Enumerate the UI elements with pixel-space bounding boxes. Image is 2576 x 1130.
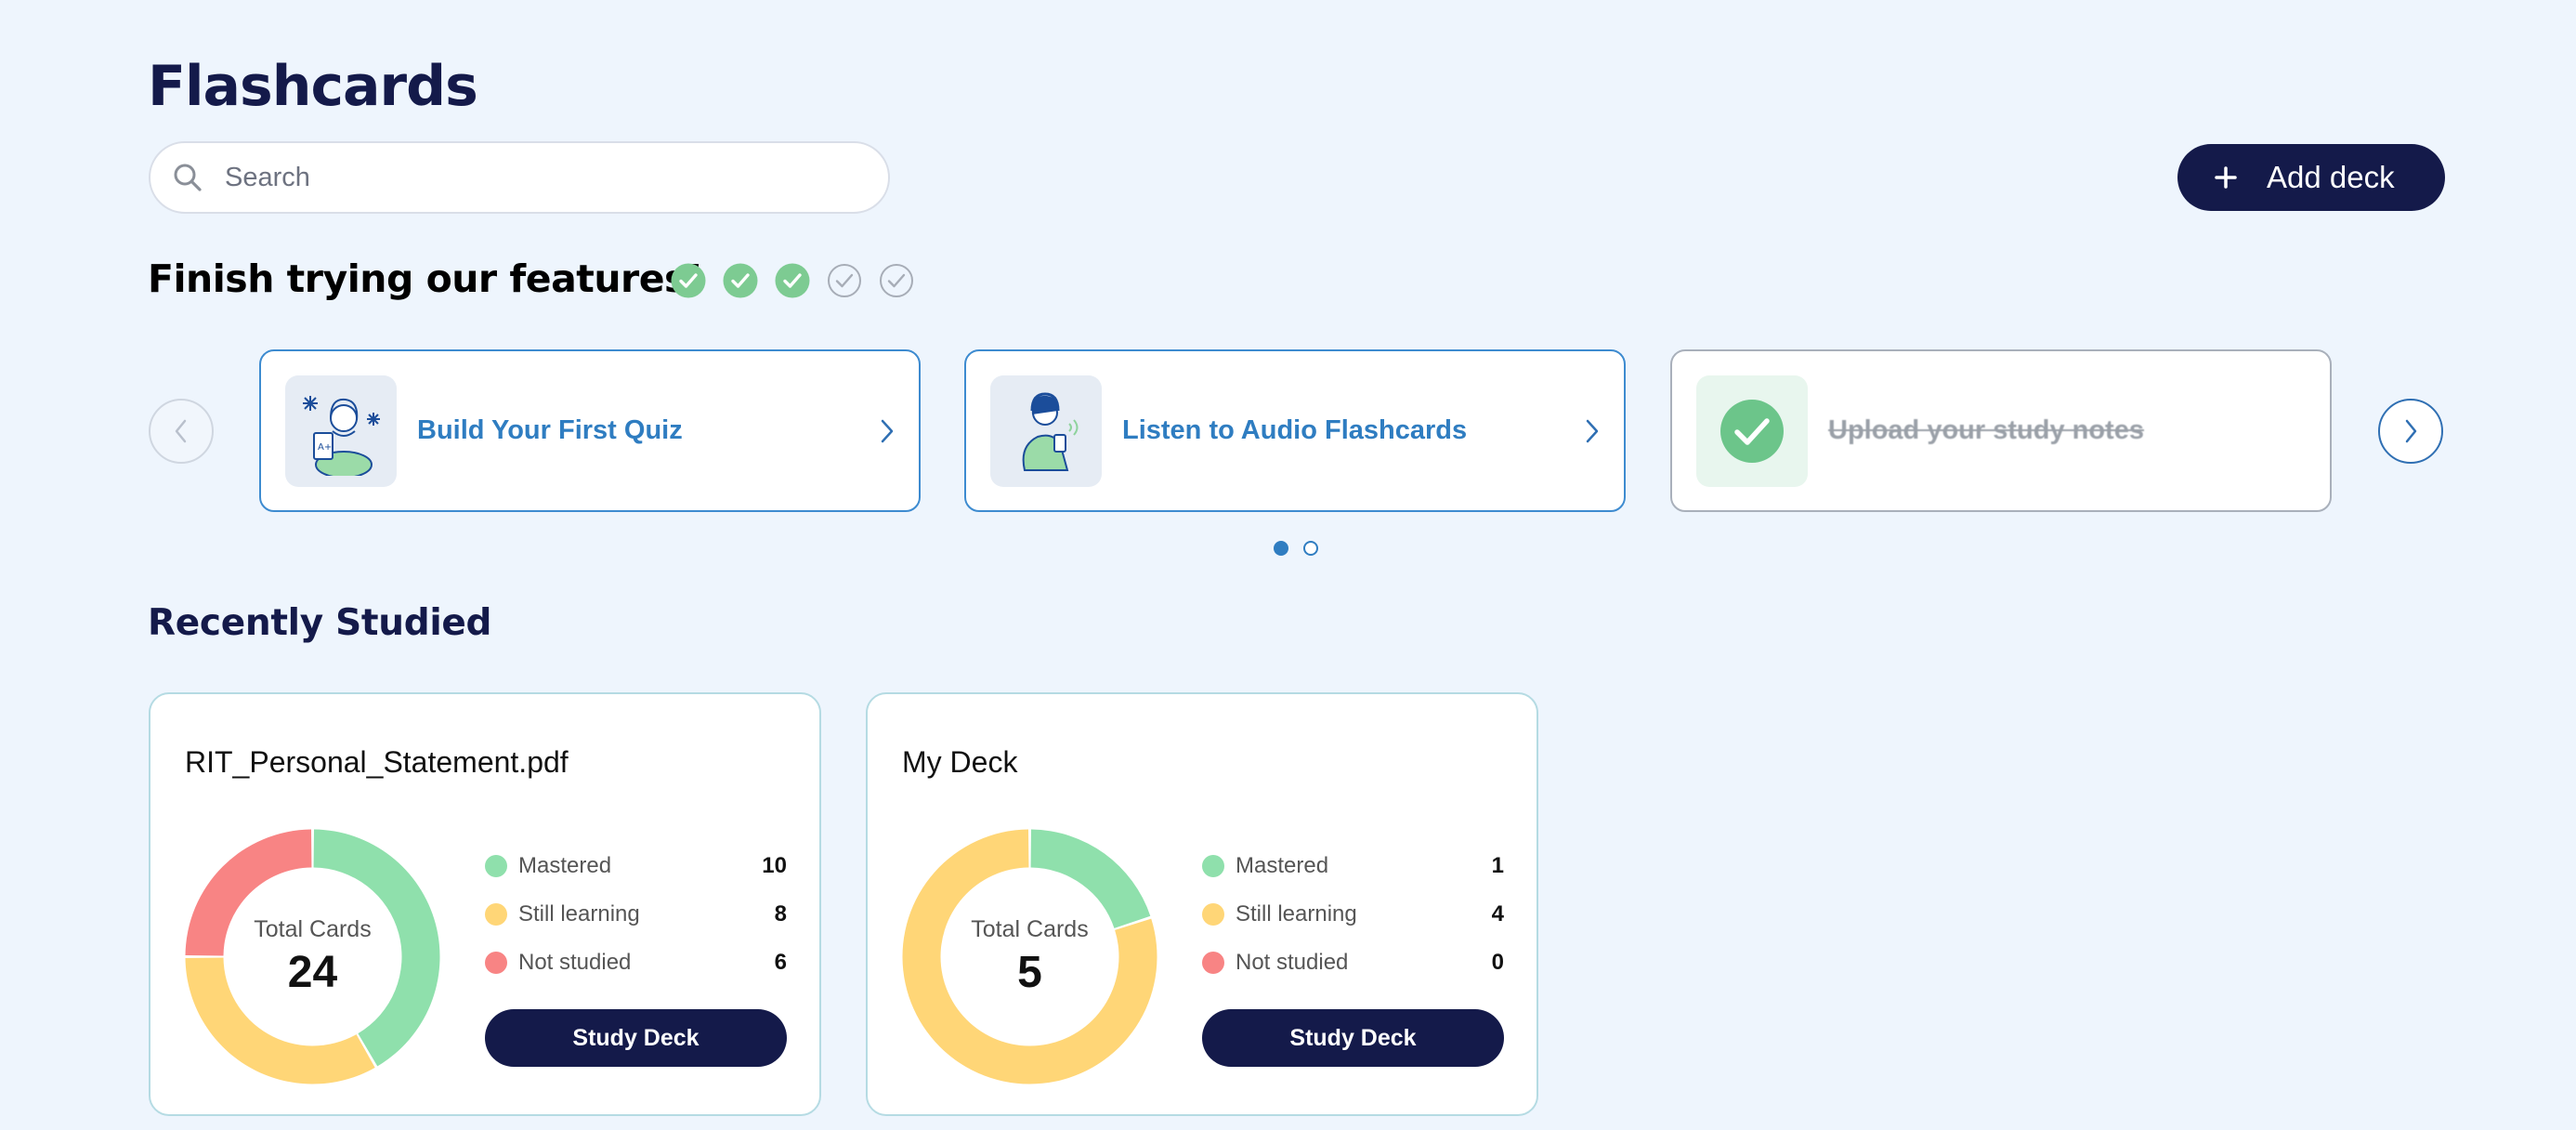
study-deck-button[interactable]: Study Deck <box>485 1009 787 1067</box>
legend-count: 4 <box>1491 901 1504 926</box>
legend-count: 0 <box>1491 950 1504 975</box>
chevron-left-icon <box>175 419 187 443</box>
legend-label: Not studied <box>518 950 632 975</box>
mastered-dot <box>1202 855 1224 877</box>
page-title: Flashcards <box>148 54 478 119</box>
total-cards-caption: Total Cards <box>971 915 1089 942</box>
chevron-right-icon <box>881 419 894 442</box>
check-complete-icon <box>775 263 810 298</box>
deck-card: RIT_Personal_Statement.pdf Total Cards 2… <box>149 692 821 1116</box>
check-complete-icon <box>671 263 706 298</box>
legend-label: Not studied <box>1236 950 1349 975</box>
study-deck-button[interactable]: Study Deck <box>1202 1009 1504 1067</box>
check-complete-icon <box>723 263 758 298</box>
not-studied-dot <box>1202 952 1224 974</box>
carousel-next-button[interactable] <box>2378 399 2443 464</box>
feature-label-completed: Upload your study notes <box>1828 415 2144 445</box>
legend-still-learning: Still learning 4 <box>1202 896 1504 933</box>
total-cards-value: 5 <box>1017 947 1042 997</box>
recently-studied-title: Recently Studied <box>148 602 492 644</box>
chevron-right-icon <box>2405 419 2417 443</box>
legend-count: 6 <box>774 950 787 975</box>
feature-label: Listen to Audio Flashcards <box>1122 415 1468 445</box>
legend-label: Mastered <box>1236 853 1329 878</box>
legend-mastered: Mastered 1 <box>1202 848 1504 885</box>
plus-icon <box>2215 166 2237 189</box>
search-box[interactable] <box>149 141 890 214</box>
total-cards-value: 24 <box>287 947 338 997</box>
feature-card-upload-notes[interactable]: Upload your study notes <box>1670 349 2332 512</box>
not-studied-dot <box>485 952 507 974</box>
legend-not-studied: Not studied 0 <box>1202 944 1504 981</box>
chevron-right-icon <box>1586 419 1599 442</box>
feature-label: Build Your First Quiz <box>417 415 683 445</box>
add-deck-label: Add deck <box>2267 160 2395 194</box>
search-icon <box>174 164 202 191</box>
legend-label: Still learning <box>1236 901 1357 926</box>
deck-title: RIT_Personal_Statement.pdf <box>185 745 569 779</box>
legend-count: 8 <box>774 901 787 926</box>
legend-still-learning: Still learning 8 <box>485 896 787 933</box>
check-pending-icon <box>880 264 913 297</box>
check-pending-icon <box>828 264 861 297</box>
feature-card-build-quiz[interactable]: A+ Build Your First Quiz <box>259 349 921 512</box>
quiz-illustration-icon: A+ <box>285 374 397 487</box>
still-learning-dot <box>485 903 507 926</box>
audio-illustration-icon <box>990 374 1102 487</box>
legend-count: 10 <box>762 853 787 878</box>
deck-title: My Deck <box>902 745 1018 779</box>
carousel-prev-button[interactable] <box>149 399 214 464</box>
deck-card: My Deck Total Cards 5 Mastered 1 Still l… <box>866 692 1538 1116</box>
legend-not-studied: Not studied 6 <box>485 944 787 981</box>
carousel-dot[interactable] <box>1303 541 1318 556</box>
legend-count: 1 <box>1491 853 1504 878</box>
legend-label: Mastered <box>518 853 612 878</box>
checkmark-icon <box>1696 374 1808 487</box>
features-title: Finish trying our features! <box>148 256 704 301</box>
legend-label: Still learning <box>518 901 640 926</box>
feature-card-audio-flashcards[interactable]: Listen to Audio Flashcards <box>964 349 1626 512</box>
svg-text:A+: A+ <box>318 442 332 453</box>
search-input[interactable] <box>223 161 830 194</box>
legend-mastered: Mastered 10 <box>485 848 787 885</box>
total-cards-caption: Total Cards <box>254 915 372 942</box>
still-learning-dot <box>1202 903 1224 926</box>
add-deck-button[interactable]: Add deck <box>2177 144 2445 211</box>
carousel-dot-active[interactable] <box>1274 541 1288 556</box>
mastered-dot <box>485 855 507 877</box>
